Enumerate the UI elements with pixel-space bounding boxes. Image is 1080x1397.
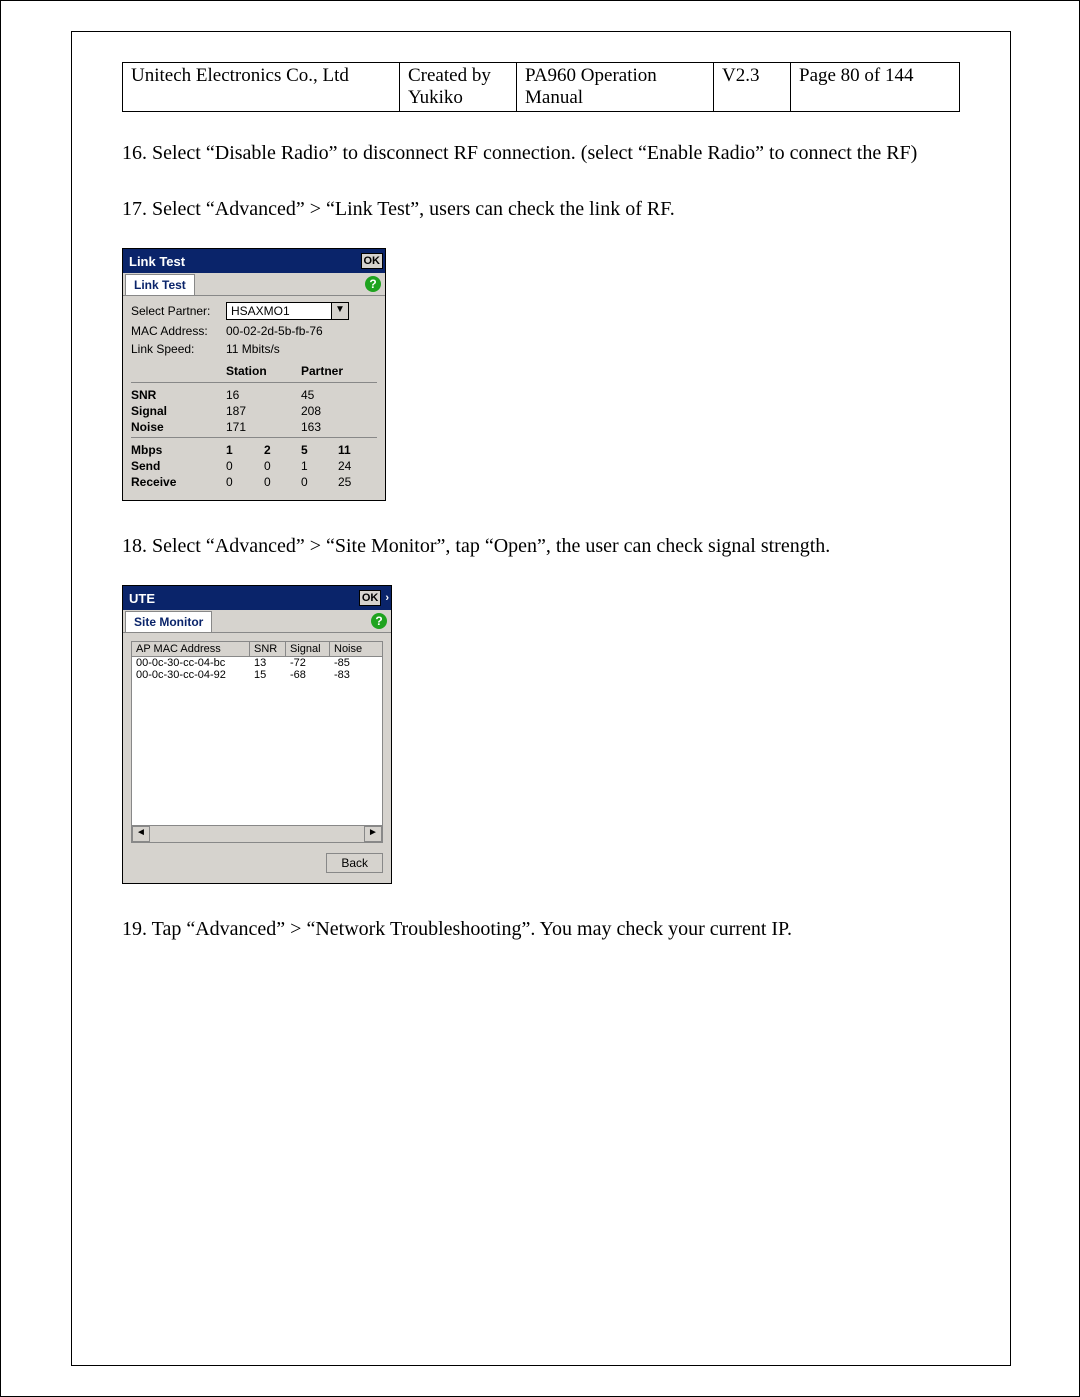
noise-row: Noise 171 163 xyxy=(131,419,377,435)
ok-button[interactable]: OK xyxy=(361,253,384,269)
scrollbar[interactable]: ◄ ► xyxy=(132,825,382,842)
col-partner: Partner xyxy=(301,364,361,378)
site-monitor-list: AP MAC Address SNR Signal Noise 00-0c-30… xyxy=(131,641,383,843)
mbps-row: Mbps 1 2 5 11 xyxy=(131,442,377,458)
help-icon[interactable]: ? xyxy=(365,276,381,292)
step-17-text: 17. Select “Advanced” > “Link Test”, use… xyxy=(122,192,960,226)
site-monitor-window: UTE OK › Site Monitor ? AP MAC Address S… xyxy=(122,585,392,884)
close-icon[interactable]: › xyxy=(381,592,389,604)
step-19-text: 19. Tap “Advanced” > “Network Troublesho… xyxy=(122,912,960,946)
mac-address-value: 00-02-2d-5b-fb-76 xyxy=(226,324,323,338)
select-partner-value: HSAXMO1 xyxy=(226,302,331,320)
ok-button[interactable]: OK xyxy=(359,590,382,606)
snr-row: SNR 16 45 xyxy=(131,387,377,403)
header-page: Page 80 of 144 xyxy=(791,63,960,112)
site-monitor-header: AP MAC Address SNR Signal Noise xyxy=(132,642,382,657)
link-test-title: Link Test xyxy=(129,254,361,269)
help-icon[interactable]: ? xyxy=(371,613,387,629)
site-monitor-title: UTE xyxy=(129,591,359,606)
link-test-window: Link Test OK Link Test ? Select Partner:… xyxy=(122,248,386,501)
header-company: Unitech Electronics Co., Ltd xyxy=(123,63,400,112)
list-item[interactable]: 00-0c-30-cc-04-92 15 -68 -83 xyxy=(132,669,382,681)
signal-row: Signal 187 208 xyxy=(131,403,377,419)
send-row: Send 0 0 1 24 xyxy=(131,458,377,474)
select-partner-label: Select Partner: xyxy=(131,304,226,318)
list-item[interactable]: 00-0c-30-cc-04-bc 13 -72 -85 xyxy=(132,657,382,669)
site-monitor-titlebar: UTE OK › xyxy=(123,586,391,610)
link-test-titlebar: Link Test OK xyxy=(123,249,385,273)
link-speed-value: 11 Mbits/s xyxy=(226,342,280,356)
col-snr: SNR xyxy=(250,642,286,656)
header-version: V2.3 xyxy=(714,63,791,112)
header-doc: PA960 Operation Manual xyxy=(517,63,714,112)
step-16-text: 16. Select “Disable Radio” to disconnect… xyxy=(122,136,960,170)
site-monitor-tabs: Site Monitor ? xyxy=(123,610,391,633)
col-noise: Noise xyxy=(330,642,372,656)
doc-header-table: Unitech Electronics Co., Ltd Created by … xyxy=(122,62,960,112)
mac-address-label: MAC Address: xyxy=(131,324,226,338)
header-created: Created by Yukiko xyxy=(400,63,517,112)
col-signal: Signal xyxy=(286,642,330,656)
link-test-tabs: Link Test ? xyxy=(123,273,385,296)
tab-link-test[interactable]: Link Test xyxy=(125,274,195,295)
tab-site-monitor[interactable]: Site Monitor xyxy=(125,611,212,632)
receive-row: Receive 0 0 0 25 xyxy=(131,474,377,490)
select-partner-dropdown[interactable]: HSAXMO1 ▼ xyxy=(226,302,349,320)
dropdown-icon[interactable]: ▼ xyxy=(331,302,349,320)
link-speed-label: Link Speed: xyxy=(131,342,226,356)
col-station: Station xyxy=(226,364,301,378)
back-button[interactable]: Back xyxy=(326,853,383,873)
col-mac: AP MAC Address xyxy=(132,642,250,656)
scroll-right-icon[interactable]: ► xyxy=(364,826,382,842)
scroll-left-icon[interactable]: ◄ xyxy=(132,826,150,842)
step-18-text: 18. Select “Advanced” > “Site Monitor”, … xyxy=(122,529,960,563)
